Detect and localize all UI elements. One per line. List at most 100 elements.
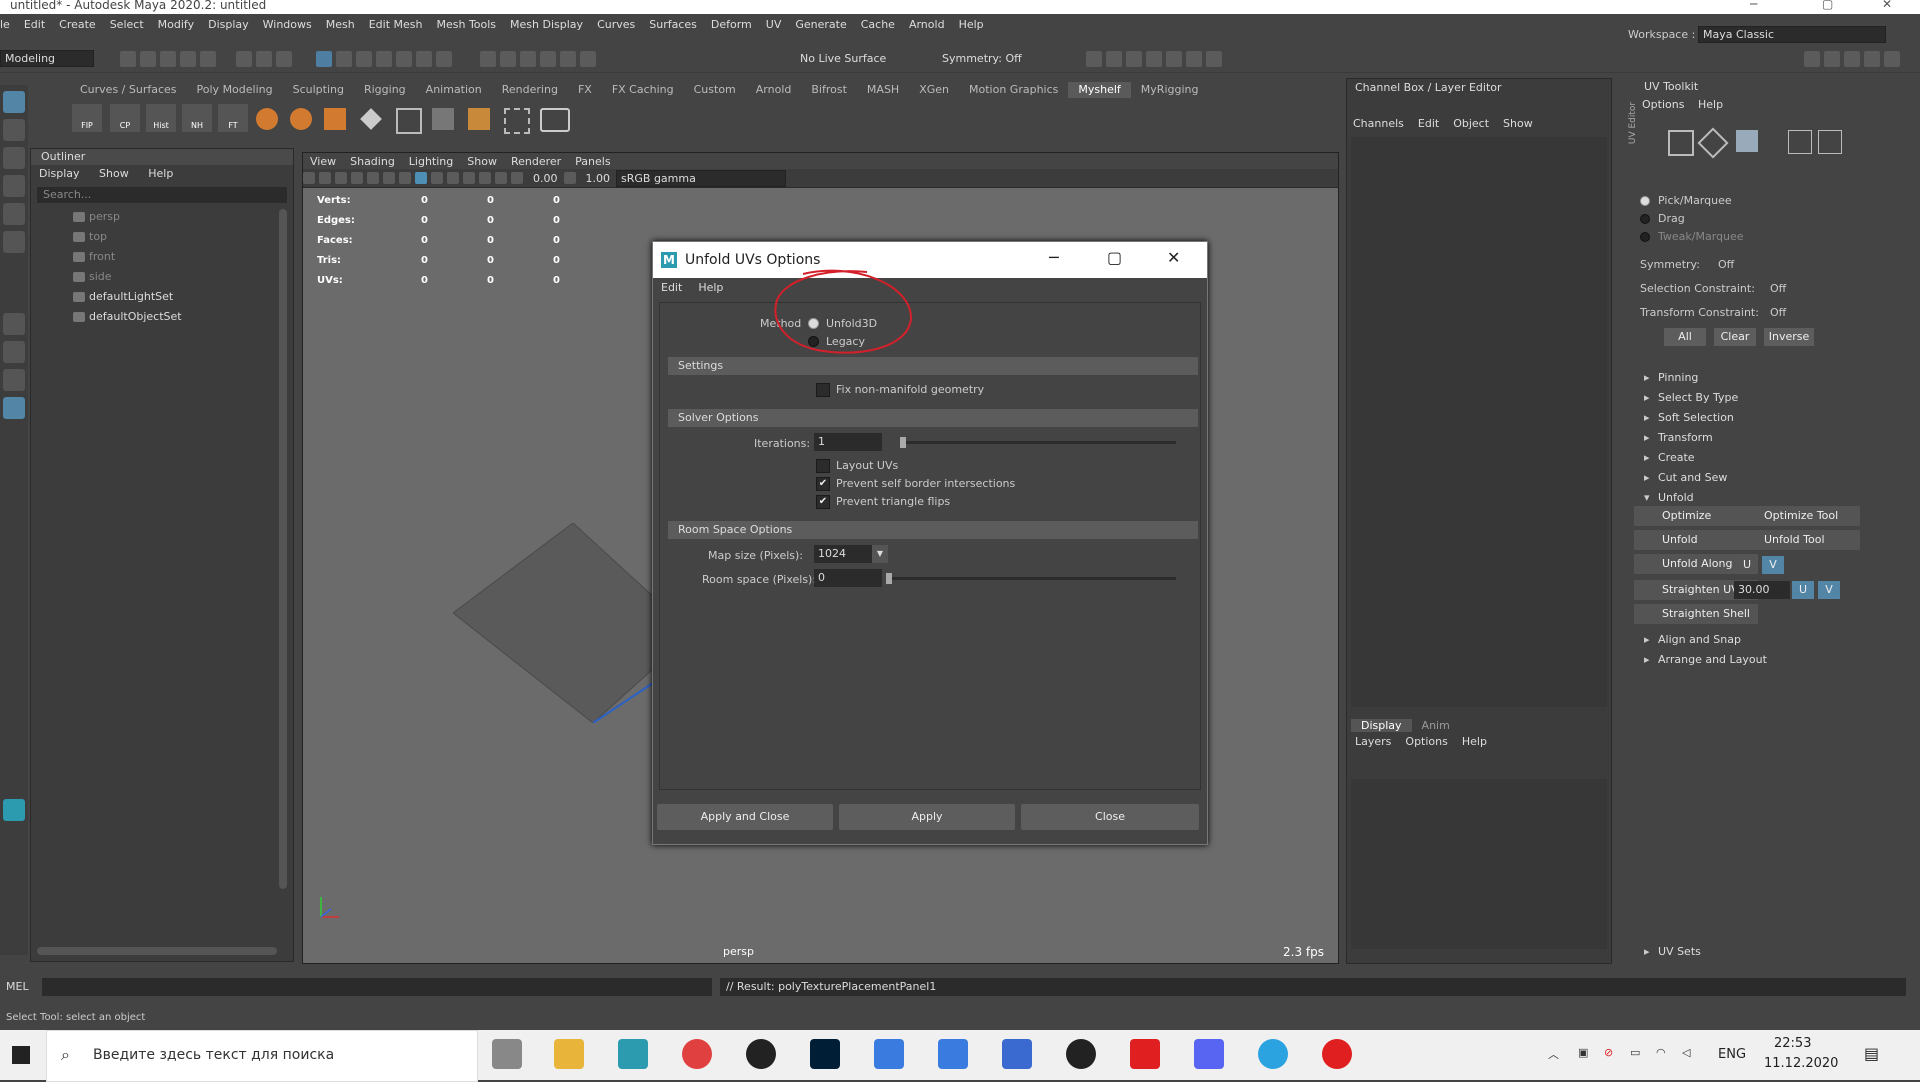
shelf-tab[interactable]: Sculpting — [283, 82, 354, 98]
shelf-pen-icon[interactable] — [432, 108, 454, 130]
unfold-section[interactable]: Unfold — [1628, 488, 1920, 508]
symmetry-value[interactable]: Off — [1718, 258, 1734, 271]
camera-select-icon[interactable] — [303, 172, 315, 184]
channel-box-menu-item[interactable]: Edit — [1418, 117, 1439, 130]
select-tool-icon[interactable] — [3, 91, 25, 113]
shelf-tab-active[interactable]: Myshelf — [1068, 82, 1131, 98]
vertex-mode-icon[interactable] — [1668, 130, 1694, 156]
straighten-shell-button[interactable]: Straighten Shell — [1634, 604, 1758, 624]
menu-item[interactable]: Edit Mesh — [369, 18, 423, 31]
pinning-section[interactable]: Pinning — [1628, 368, 1920, 388]
menu-item[interactable]: Modify — [158, 18, 194, 31]
tray-network-error-icon[interactable]: ⊘ — [1604, 1046, 1613, 1059]
clock-date[interactable]: 11.12.2020 — [1764, 1056, 1838, 1071]
layer-tab-display[interactable]: Display — [1351, 719, 1412, 732]
shelf-tab[interactable]: MyRigging — [1131, 82, 1209, 98]
workspace-select[interactable]: Maya Classic — [1698, 26, 1886, 43]
shell-mode-icon[interactable] — [1736, 130, 1758, 152]
viewport-menu-item[interactable]: Panels — [575, 155, 610, 168]
select-by-type-section[interactable]: Select By Type — [1628, 388, 1920, 408]
attribute-editor-icon[interactable] — [1824, 51, 1840, 67]
iterations-slider[interactable] — [900, 437, 1176, 448]
colorspace-select[interactable]: sRGB gamma — [616, 169, 786, 187]
unfold-along-v-button[interactable]: V — [1762, 556, 1784, 574]
menu-item[interactable]: Create — [59, 18, 96, 31]
viewport-menu-item[interactable]: Shading — [350, 155, 395, 168]
notifications-icon[interactable]: ▤ — [1864, 1044, 1879, 1063]
uv-shell-mode-icon[interactable] — [1818, 130, 1842, 154]
viewport-menu-item[interactable]: View — [310, 155, 336, 168]
save-scene-icon[interactable] — [160, 51, 176, 67]
prevent-flips-checkbox[interactable]: ✔ — [816, 495, 830, 509]
menu-item[interactable]: Edit — [24, 18, 45, 31]
uv-toolkit-menu-options[interactable]: Options — [1642, 98, 1684, 111]
app-q-icon[interactable] — [1066, 1039, 1096, 1069]
shelf-ft-button[interactable]: FT — [218, 104, 248, 132]
snap-surface-icon[interactable] — [376, 51, 392, 67]
task-view-icon[interactable] — [492, 1039, 522, 1069]
layout-side-icon[interactable] — [3, 369, 25, 391]
shelf-bounding-icon[interactable] — [504, 108, 530, 134]
windows-start-icon[interactable] — [12, 1046, 30, 1064]
app-bolt-icon[interactable] — [1130, 1039, 1160, 1069]
channel-box-menu-item[interactable]: Object — [1453, 117, 1489, 130]
pause-icon[interactable] — [1206, 51, 1222, 67]
app-red-icon[interactable] — [682, 1039, 712, 1069]
undo-icon[interactable] — [180, 51, 196, 67]
shelf-tab[interactable]: Rendering — [492, 82, 568, 98]
layout-four-icon[interactable] — [3, 341, 25, 363]
layer-menu-item[interactable]: Options — [1405, 735, 1447, 748]
outliner-h-scrollbar[interactable] — [37, 947, 277, 955]
scale-tool-icon[interactable] — [3, 231, 25, 253]
menu-item[interactable]: Mesh — [326, 18, 355, 31]
straighten-v-button[interactable]: V — [1818, 581, 1840, 599]
render-frame-icon[interactable] — [1086, 51, 1102, 67]
outliner-item[interactable]: persp — [31, 207, 293, 227]
edge-mode-icon[interactable] — [1697, 127, 1729, 159]
select-all-button[interactable]: All — [1664, 328, 1706, 346]
select-clear-button[interactable]: Clear — [1714, 328, 1756, 346]
pick-marquee-label[interactable]: Pick/Marquee — [1658, 194, 1732, 207]
room-space-slider-thumb[interactable] — [886, 573, 892, 584]
menu-item[interactable]: Mesh Display — [510, 18, 583, 31]
optimize-tool-button[interactable]: Optimize Tool — [1736, 506, 1860, 526]
viewport-menu-item[interactable]: Lighting — [409, 155, 453, 168]
file-explorer-icon[interactable] — [554, 1039, 584, 1069]
transform-section[interactable]: Transform — [1628, 428, 1920, 448]
room-space-section[interactable]: Room Space Options — [668, 521, 1198, 539]
menu-item[interactable]: Cache — [861, 18, 895, 31]
uv-toolkit-menu-help[interactable]: Help — [1698, 98, 1723, 111]
lasso-vertex-icon[interactable] — [540, 51, 556, 67]
apply-and-close-button[interactable]: Apply and Close — [657, 804, 833, 830]
layer-menu-item[interactable]: Layers — [1355, 735, 1391, 748]
render-view-icon[interactable] — [1106, 51, 1122, 67]
shelf-tab[interactable]: FX — [568, 82, 602, 98]
layout-outliner-icon[interactable] — [3, 397, 25, 419]
outliner-item[interactable]: defaultObjectSet — [31, 307, 293, 327]
lasso-edge-icon[interactable] — [520, 51, 536, 67]
pick-marquee-radio[interactable] — [1640, 196, 1650, 206]
channel-list[interactable] — [1351, 137, 1607, 707]
map-size-select[interactable]: 1024 — [814, 545, 872, 563]
tool-settings-icon[interactable] — [1844, 51, 1860, 67]
app-heart-icon[interactable] — [746, 1039, 776, 1069]
maximize-icon[interactable]: ▢ — [1822, 0, 1833, 11]
minimize-icon[interactable]: ─ — [1049, 248, 1059, 267]
taskbar-search-box[interactable]: ⌕ Введите здесь текст для поиска — [46, 1030, 478, 1082]
selection-constraint-value[interactable]: Off — [1770, 282, 1786, 295]
gamma-icon[interactable] — [563, 172, 576, 184]
xray-icon[interactable] — [495, 172, 507, 184]
outliner-item[interactable]: top — [31, 227, 293, 247]
select-hierarchy-icon[interactable] — [236, 51, 252, 67]
dialog-menu-item[interactable]: Help — [698, 281, 723, 294]
shelf-hist-button[interactable]: Hist — [146, 104, 176, 132]
iterations-input[interactable]: 1 — [814, 433, 882, 451]
gamma-value[interactable]: 1.00 — [586, 172, 611, 185]
lasso-icon[interactable] — [480, 51, 496, 67]
snap-curve-icon[interactable] — [336, 51, 352, 67]
isolate-icon[interactable] — [479, 172, 491, 184]
lock-icon[interactable] — [436, 51, 452, 67]
rotate-tool-icon[interactable] — [3, 203, 25, 225]
arnold-render-icon[interactable] — [1186, 51, 1202, 67]
shelf-tab[interactable]: Rigging — [354, 82, 416, 98]
